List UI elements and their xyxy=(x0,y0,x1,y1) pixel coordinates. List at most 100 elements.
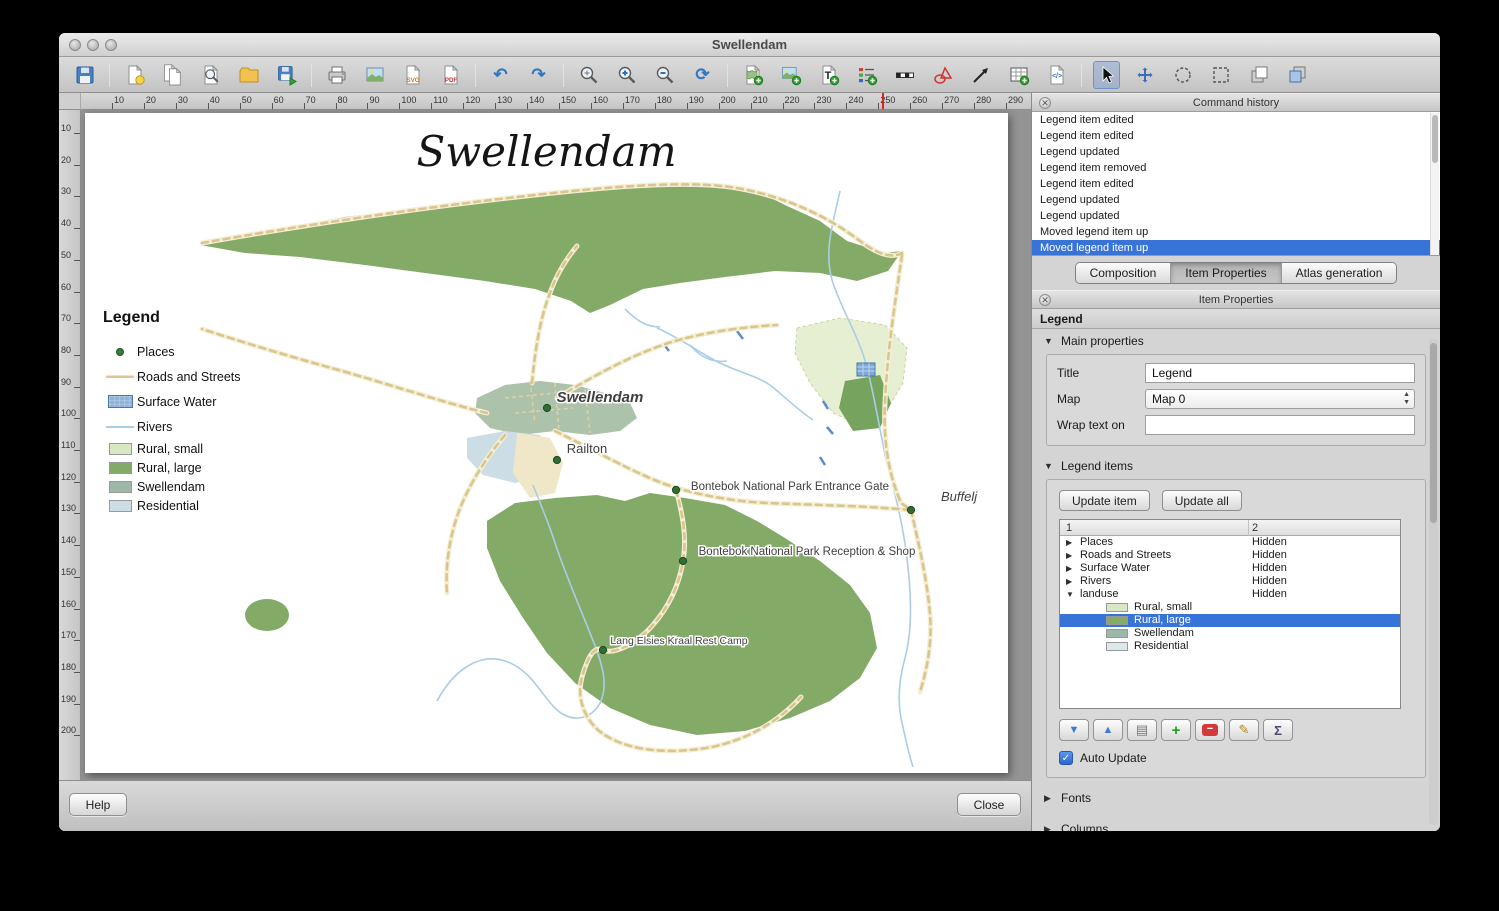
zoom-out-icon[interactable] xyxy=(651,61,678,89)
pan-composer-icon[interactable] xyxy=(1207,61,1234,89)
add-html-frame-icon[interactable]: </> xyxy=(1043,61,1070,89)
history-item[interactable]: Legend item edited xyxy=(1032,128,1440,144)
add-label-icon[interactable]: T xyxy=(815,61,842,89)
history-item[interactable]: Legend item edited xyxy=(1032,112,1440,128)
ruler-number: 50 xyxy=(61,249,72,260)
remove-item-button[interactable]: − xyxy=(1195,719,1225,741)
save-icon[interactable] xyxy=(71,61,98,89)
help-button[interactable]: Help xyxy=(69,793,127,816)
add-shape-icon[interactable] xyxy=(929,61,956,89)
table-row[interactable]: ▶ Places Hidden xyxy=(1060,536,1400,549)
toolbar-separator xyxy=(475,62,476,87)
rural-large-symbol xyxy=(103,461,137,474)
export-svg-icon[interactable]: SVG xyxy=(399,61,426,89)
new-composition-icon[interactable] xyxy=(121,61,148,89)
export-pdf-icon[interactable]: PDF xyxy=(437,61,464,89)
table-row[interactable]: ▶ Surface Water Hidden xyxy=(1060,562,1400,575)
close-button-dialog[interactable]: Close xyxy=(957,793,1021,816)
table-row[interactable]: Rural, small xyxy=(1060,601,1400,614)
chevron-right-icon: ▶ xyxy=(1044,792,1051,803)
edit-item-button[interactable]: ✎ xyxy=(1229,719,1259,741)
legend-items-group: Update item Update all 1 2 ▶ Places Hidden… xyxy=(1046,479,1426,778)
table-row[interactable]: ▼ landuse Hidden xyxy=(1060,588,1400,601)
table-row[interactable]: Residential xyxy=(1060,640,1400,653)
redo-icon[interactable]: ↷ xyxy=(525,61,552,89)
ruler-number: 50 xyxy=(241,95,252,105)
history-item[interactable]: Legend updated xyxy=(1032,144,1440,160)
map-legend[interactable]: Legend Places Roads and Streets Surface … xyxy=(103,309,273,515)
legend-items-section[interactable]: ▼ Legend items xyxy=(1032,454,1440,477)
zoom-full-icon[interactable] xyxy=(575,61,602,89)
move-item-content-icon[interactable] xyxy=(1131,61,1158,89)
legend-items-tree[interactable]: 1 2 ▶ Places Hidden ▶ Roads and Streets Hidd… xyxy=(1059,519,1401,709)
ruler-number: 160 xyxy=(592,95,608,105)
ruler-tick xyxy=(750,103,752,109)
update-item-button[interactable]: Update item xyxy=(1059,490,1150,511)
v-ruler: 10 20 30 40 50 60 70 80 90 100 110 120 130 140 150 160 1… xyxy=(59,110,81,780)
add-item-button[interactable]: + xyxy=(1161,719,1191,741)
canvas-viewport[interactable]: Swellendam Swellendam Railton Bontebok N… xyxy=(81,110,1031,780)
main-properties-section[interactable]: ▼ Main properties xyxy=(1032,329,1440,352)
save-as-template-icon[interactable] xyxy=(273,61,300,89)
load-from-template-icon[interactable] xyxy=(235,61,262,89)
add-map-icon[interactable] xyxy=(739,61,766,89)
expander-icon[interactable]: ▶ xyxy=(1066,575,1072,588)
panel-scrollbar[interactable] xyxy=(1429,339,1438,825)
toolbar-separator xyxy=(727,62,728,87)
move-item-down-button[interactable]: ▼ xyxy=(1059,719,1089,741)
command-history-list[interactable]: Legend item edited Legend item edited Le… xyxy=(1032,112,1440,256)
history-item[interactable]: Legend updated xyxy=(1032,208,1440,224)
fonts-section[interactable]: ▶ Fonts xyxy=(1032,786,1440,809)
print-icon[interactable] xyxy=(323,61,350,89)
ruler-number: 40 xyxy=(61,218,72,229)
auto-update-checkbox[interactable]: ✓ xyxy=(1059,751,1073,765)
tab-atlas-generation[interactable]: Atlas generation xyxy=(1281,263,1397,283)
add-scalebar-icon[interactable] xyxy=(891,61,918,89)
select-zoom-region-icon[interactable] xyxy=(1169,61,1196,89)
add-legend-icon[interactable] xyxy=(853,61,880,89)
undo-icon[interactable]: ↶ xyxy=(487,61,514,89)
table-row[interactable]: ▶ Rivers Hidden xyxy=(1060,575,1400,588)
duplicate-composition-icon[interactable] xyxy=(159,61,186,89)
export-image-icon[interactable] xyxy=(361,61,388,89)
move-item-up-button[interactable]: ▲ xyxy=(1093,719,1123,741)
ruler-tick xyxy=(942,103,944,109)
tab-composition[interactable]: Composition xyxy=(1075,263,1172,283)
expander-icon[interactable]: ▶ xyxy=(1066,562,1072,575)
lower-selected-items-icon[interactable] xyxy=(1283,61,1310,89)
select-move-item-icon[interactable] xyxy=(1093,60,1120,89)
count-features-button[interactable]: Σ xyxy=(1263,719,1293,741)
title-field[interactable] xyxy=(1145,363,1415,383)
label-entrance-gate: Bontebok National Park Entrance Gate xyxy=(691,481,889,493)
history-item[interactable]: Moved legend item up xyxy=(1032,224,1440,240)
add-arrow-icon[interactable] xyxy=(967,61,994,89)
table-row-selected[interactable]: Rural, large xyxy=(1060,614,1400,627)
tree-header: 1 2 xyxy=(1060,520,1400,536)
table-row[interactable]: ▶ Roads and Streets Hidden xyxy=(1060,549,1400,562)
composition-manager-icon[interactable] xyxy=(197,61,224,89)
history-scrollbar[interactable] xyxy=(1430,113,1439,255)
map-select[interactable]: Map 0 ▲ ▼ xyxy=(1145,389,1415,409)
history-item[interactable]: Legend updated xyxy=(1032,192,1440,208)
history-item[interactable]: Legend item removed xyxy=(1032,160,1440,176)
add-image-icon[interactable] xyxy=(777,61,804,89)
history-item[interactable]: Legend item edited xyxy=(1032,176,1440,192)
expander-icon[interactable]: ▶ xyxy=(1066,549,1072,562)
add-attribute-table-icon[interactable] xyxy=(1005,61,1032,89)
raise-selected-items-icon[interactable] xyxy=(1245,61,1272,89)
expander-icon[interactable]: ▼ xyxy=(1066,588,1074,601)
update-all-button[interactable]: Update all xyxy=(1161,490,1242,511)
composition-page[interactable]: Swellendam Swellendam Railton Bontebok N… xyxy=(85,113,1008,773)
columns-section[interactable]: ▶ Columns xyxy=(1032,817,1440,831)
expander-icon[interactable]: ▶ xyxy=(1066,536,1072,549)
history-item-selected[interactable]: Moved legend item up xyxy=(1032,240,1440,255)
refresh-view-icon[interactable]: ⟳ xyxy=(689,61,716,89)
table-row[interactable]: Swellendam xyxy=(1060,627,1400,640)
ruler-tick xyxy=(718,103,720,109)
wrap-text-field[interactable] xyxy=(1145,415,1415,435)
places-symbol xyxy=(103,347,137,356)
tab-item-properties[interactable]: Item Properties xyxy=(1171,263,1282,283)
swatch-rural-large xyxy=(1106,616,1128,625)
zoom-in-icon[interactable] xyxy=(613,61,640,89)
add-group-button[interactable]: ▤ xyxy=(1127,719,1157,741)
